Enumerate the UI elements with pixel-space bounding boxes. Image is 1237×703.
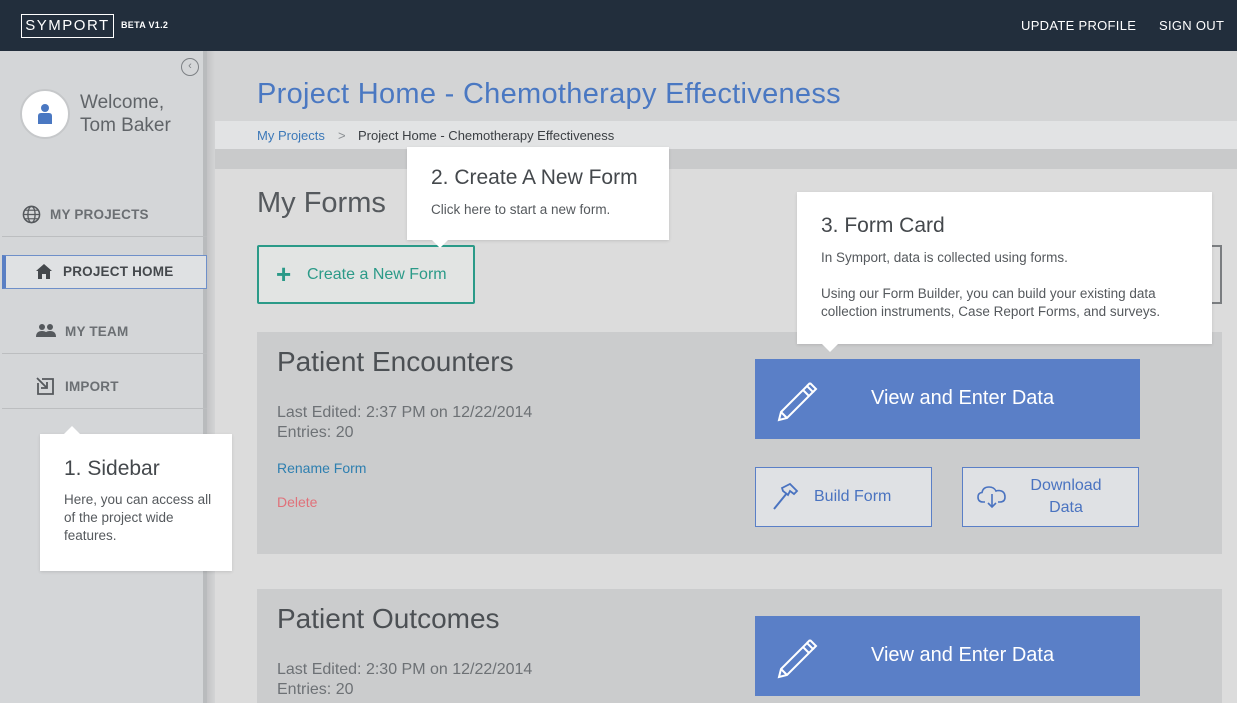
form-card-patient-outcomes: Patient Outcomes Last Edited: 2:30 PM on… (257, 589, 1222, 703)
form-card-patient-encounters: Patient Encounters Last Edited: 2:37 PM … (257, 332, 1222, 554)
beta-version-badge: BETA V1.2 (121, 20, 169, 30)
cloud-download-icon (977, 486, 1006, 509)
collapse-sidebar-icon[interactable]: ‹ (181, 58, 199, 76)
sidebar-item-label: IMPORT (65, 379, 119, 394)
view-enter-data-button[interactable]: View and Enter Data (755, 359, 1140, 439)
welcome-text: Welcome, Tom Baker (80, 91, 171, 137)
download-data-button[interactable]: Download Data (962, 467, 1139, 527)
sidebar-shadow (207, 51, 215, 703)
globe-icon (22, 205, 41, 224)
tooltip-create-form: 2. Create A New Form Click here to start… (407, 147, 669, 248)
sidebar-item-label: MY TEAM (65, 324, 129, 339)
rename-form-link[interactable]: Rename Form (277, 460, 366, 476)
home-icon (36, 264, 52, 279)
update-profile-link[interactable]: UPDATE PROFILE (1021, 18, 1136, 33)
sidebar-item-my-projects[interactable]: MY PROJECTS (2, 193, 207, 237)
tooltip-body: Here, you can access all of the project … (64, 492, 212, 543)
last-edited-text: Last Edited: 2:37 PM on 12/22/2014 (277, 404, 533, 421)
tooltip-arrow (822, 344, 838, 352)
breadcrumb-divider (215, 149, 1237, 169)
breadcrumb-separator: > (338, 128, 346, 143)
sidebar-item-my-team[interactable]: MY TEAM (2, 310, 207, 354)
last-edited-text: Last Edited: 2:30 PM on 12/22/2014 (277, 661, 533, 678)
download-label-line1: Download (1030, 477, 1102, 494)
my-forms-heading: My Forms (257, 187, 386, 219)
form-card-title: Patient Encounters (277, 346, 514, 377)
form-card-meta: Last Edited: 2:37 PM on 12/22/2014 Entri… (277, 403, 532, 443)
build-form-label: Build Form (814, 488, 892, 505)
tooltip-body: Click here to start a new form. (431, 202, 611, 217)
plus-icon: + (276, 259, 292, 289)
sign-out-link[interactable]: SIGN OUT (1159, 18, 1224, 33)
pencil-icon (777, 639, 818, 679)
create-new-form-button[interactable]: + Create a New Form (257, 245, 475, 304)
sidebar-item-import[interactable]: IMPORT (2, 365, 207, 409)
tooltip-arrow (64, 426, 80, 434)
symport-logo[interactable]: SYMPORT (21, 14, 114, 38)
breadcrumb-link-my-projects[interactable]: My Projects (257, 128, 325, 143)
tooltip-body: In Symport, data is collected using form… (821, 250, 1068, 265)
welcome-user-name: Tom Baker (80, 115, 171, 136)
download-data-label: Download Data (1011, 475, 1121, 519)
top-bar: SYMPORT BETA V1.2 UPDATE PROFILE SIGN OU… (0, 0, 1237, 51)
hammer-icon (773, 482, 799, 510)
breadcrumb-current: Project Home - Chemotherapy Effectivenes… (358, 128, 615, 143)
view-enter-data-button[interactable]: View and Enter Data (755, 616, 1140, 696)
welcome-greeting: Welcome, (80, 92, 165, 113)
pencil-icon (777, 382, 818, 422)
view-enter-data-label: View and Enter Data (871, 644, 1055, 666)
delete-form-link[interactable]: Delete (277, 494, 317, 510)
entries-count: Entries: 20 (277, 681, 354, 698)
form-card-title: Patient Outcomes (277, 603, 500, 634)
download-label-line2: Data (1049, 499, 1083, 516)
page-title: Project Home - Chemotherapy Effectivenes… (257, 78, 841, 110)
tooltip-body: Using our Form Builder, you can build yo… (821, 286, 1161, 319)
entries-count: Entries: 20 (277, 424, 354, 441)
sidebar-item-project-home[interactable]: PROJECT HOME (2, 255, 207, 289)
sidebar-item-label: MY PROJECTS (50, 207, 149, 222)
import-icon (36, 377, 54, 395)
sidebar-item-label: PROJECT HOME (63, 264, 174, 279)
tooltip-title: 2. Create A New Form (431, 166, 638, 189)
user-icon (38, 104, 52, 124)
form-card-meta: Last Edited: 2:30 PM on 12/22/2014 Entri… (277, 660, 532, 700)
tooltip-sidebar: 1. Sidebar Here, you can access all of t… (40, 426, 232, 571)
tooltip-title: 1. Sidebar (64, 457, 160, 480)
avatar[interactable] (20, 89, 70, 139)
tooltip-form-card: 3. Form Card In Symport, data is collect… (797, 192, 1212, 352)
view-enter-data-label: View and Enter Data (871, 387, 1055, 409)
tooltip-title: 3. Form Card (821, 214, 945, 237)
build-form-button[interactable]: Build Form (755, 467, 932, 527)
team-icon (36, 324, 56, 337)
create-new-form-label: Create a New Form (307, 266, 447, 283)
tooltip-arrow (432, 240, 448, 248)
